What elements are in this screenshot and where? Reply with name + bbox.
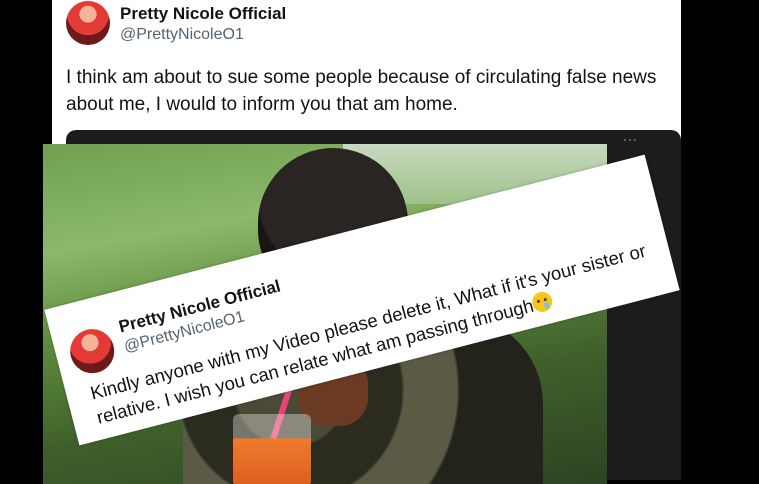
author-handle[interactable]: @PrettyNicoleO1	[120, 26, 244, 44]
avatar[interactable]	[65, 324, 120, 378]
photo-drink-glass	[233, 414, 311, 484]
author-name[interactable]: Pretty Nicole Official	[120, 4, 286, 24]
more-options-icon[interactable]: ...	[623, 128, 638, 144]
tweet-text: I think am about to sue some people beca…	[66, 67, 657, 115]
avatar[interactable]	[66, 1, 110, 45]
